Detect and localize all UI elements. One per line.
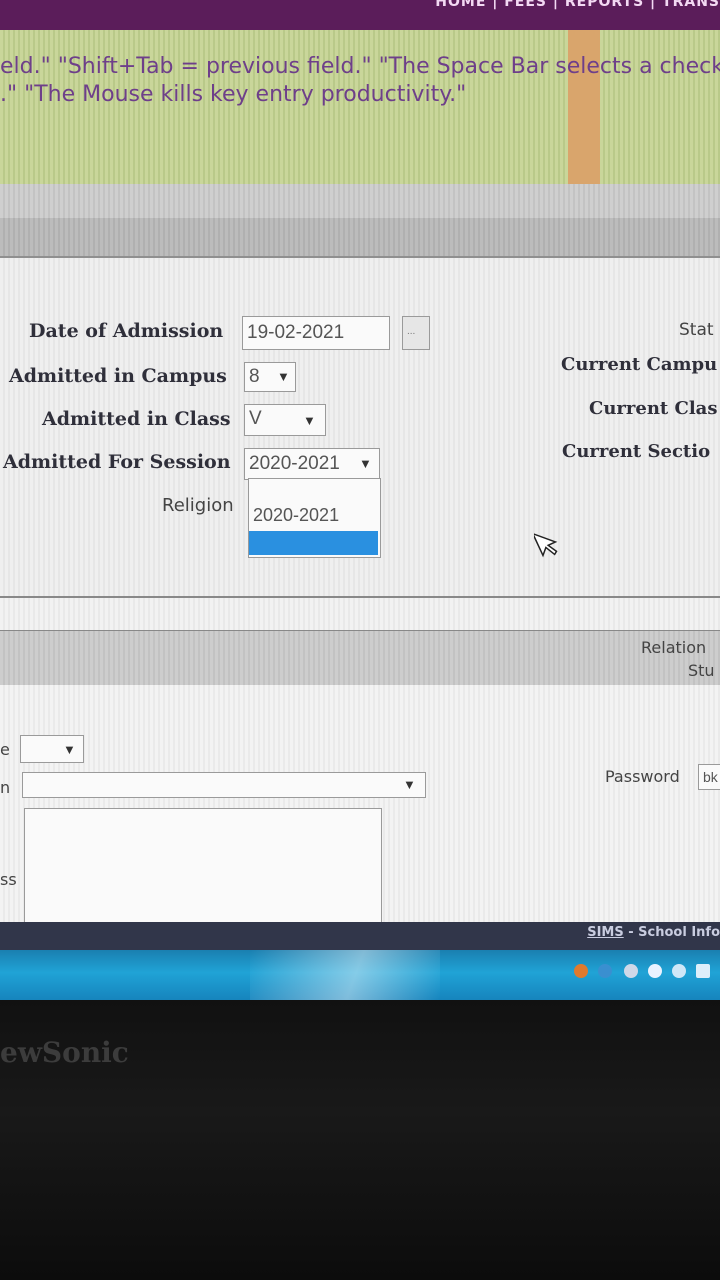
password-label: Password xyxy=(605,767,680,786)
current-campus-label: Current Campu xyxy=(561,354,718,375)
current-class-label: Current Clas xyxy=(589,398,718,419)
password-input[interactable]: bk xyxy=(698,764,720,790)
tray-network-icon[interactable] xyxy=(598,964,612,978)
class-select-value: V xyxy=(249,408,262,429)
current-section-label: Current Sectio xyxy=(562,441,711,462)
relation-label: Relation xyxy=(641,638,707,657)
top-nav-bar: HOME | FEES | REPORTS | TRANS xyxy=(0,0,720,30)
admitted-in-campus-label: Admitted in Campus xyxy=(9,365,227,387)
taskbar-glare xyxy=(250,950,440,1000)
student-label: Stu xyxy=(688,661,715,680)
mouse-pointer-icon xyxy=(534,532,558,558)
chevron-down-icon: ▼ xyxy=(303,413,316,428)
date-of-admission-label: Date of Admission xyxy=(29,320,224,342)
class-select[interactable]: V ▼ xyxy=(244,404,326,436)
guardian-section-header: Relation Stu xyxy=(0,630,720,686)
tip-banner: eld." "Shift+Tab = previous field." "The… xyxy=(0,30,720,184)
field-label-1: e xyxy=(0,740,10,759)
field-label-2: n xyxy=(0,778,11,797)
section-separator xyxy=(0,596,720,632)
session-select[interactable]: 2020-2021 ▼ xyxy=(244,448,380,480)
session-dropdown-list: 2020-2021 xyxy=(248,478,381,558)
campus-select-value: 8 xyxy=(249,366,260,387)
small-select[interactable]: ▼ xyxy=(20,735,84,763)
session-select-value: 2020-2021 xyxy=(249,453,340,474)
monitor-brand-logo: ewSonic xyxy=(0,1036,129,1069)
section-header-bar xyxy=(0,184,720,219)
status-label: Stat xyxy=(679,320,714,340)
tip-line-1: eld." "Shift+Tab = previous field." "The… xyxy=(0,54,720,79)
chevron-down-icon: ▼ xyxy=(277,369,290,384)
tray-app-icon[interactable] xyxy=(574,964,588,978)
chevron-down-icon: ▼ xyxy=(63,742,76,757)
page-footer: SIMS - School Info xyxy=(0,922,720,950)
address-textarea[interactable] xyxy=(24,808,382,924)
wide-select[interactable]: ▼ xyxy=(22,772,426,798)
footer-info: - School Info xyxy=(623,925,720,940)
tray-bluetooth-icon[interactable] xyxy=(672,964,686,978)
tip-line-2: ." "The Mouse kills key entry productivi… xyxy=(0,82,467,107)
tray-cd-icon[interactable] xyxy=(624,964,638,978)
chevron-down-icon: ▼ xyxy=(359,456,372,471)
footer-text: SIMS - School Info xyxy=(587,925,720,940)
field-label-3: ss xyxy=(0,870,17,889)
session-option-2020-2021[interactable]: 2020-2021 xyxy=(253,505,339,526)
chevron-down-icon: ▼ xyxy=(403,777,416,792)
top-nav-links[interactable]: HOME | FEES | REPORTS | TRANS xyxy=(435,0,720,10)
religion-label: Religion xyxy=(162,495,234,516)
date-of-admission-input[interactable]: 19-02-2021 xyxy=(242,316,390,350)
taskbar xyxy=(0,950,720,1000)
tray-update-icon[interactable] xyxy=(648,964,662,978)
date-picker-button[interactable]: ... xyxy=(402,316,430,350)
admitted-for-session-label: Admitted For Session xyxy=(3,451,231,473)
sims-link[interactable]: SIMS xyxy=(587,925,624,940)
admitted-in-class-label: Admitted in Class xyxy=(42,408,231,430)
campus-select[interactable]: 8 ▼ xyxy=(244,362,296,392)
volume-icon[interactable] xyxy=(696,964,710,978)
section-subheader-bar xyxy=(0,218,720,258)
session-option-blank[interactable] xyxy=(249,531,378,555)
